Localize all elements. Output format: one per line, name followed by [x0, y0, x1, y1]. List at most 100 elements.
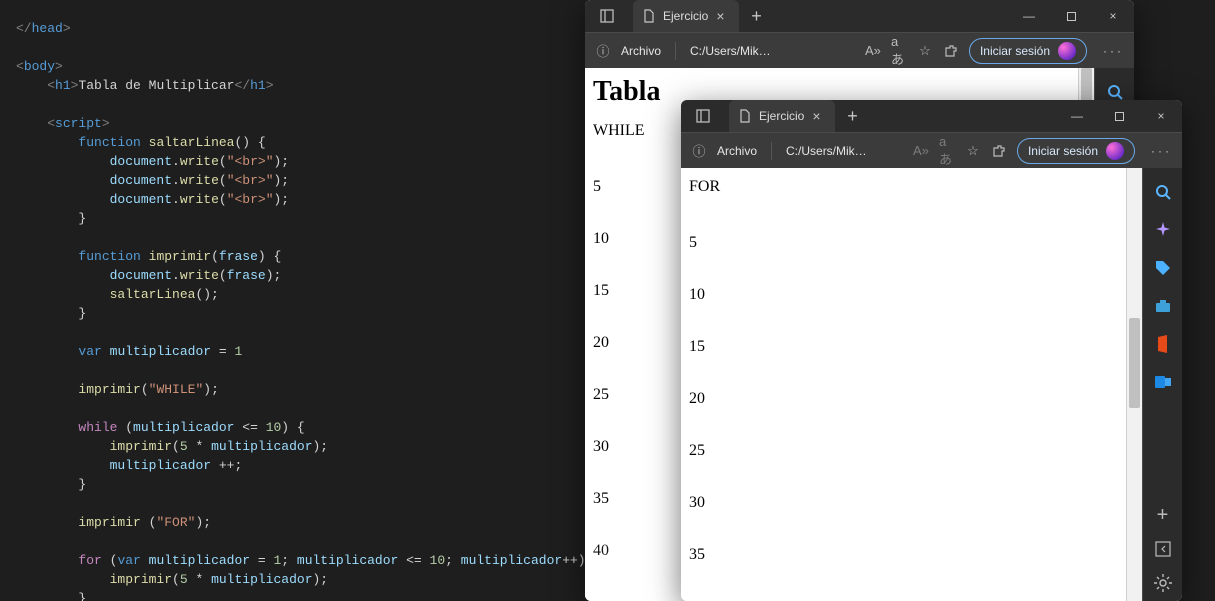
code-token: (: [211, 249, 219, 264]
code-token: [16, 515, 78, 530]
code-token: }: [16, 477, 86, 492]
code-token: () {: [234, 135, 265, 150]
window-close-button[interactable]: ×: [1092, 0, 1134, 32]
code-token: >: [63, 21, 71, 36]
window-minimize-button[interactable]: —: [1056, 100, 1098, 132]
code-token: .: [172, 173, 180, 188]
code-token: [141, 249, 149, 264]
code-token: <: [16, 59, 24, 74]
sparkle-icon[interactable]: [1153, 220, 1173, 240]
more-menu-button[interactable]: ···: [1103, 44, 1124, 58]
code-token: </: [234, 78, 250, 93]
code-token: imprimir: [110, 572, 172, 587]
code-token: imprimir: [110, 439, 172, 454]
favorite-icon[interactable]: ☆: [965, 143, 981, 159]
code-token: write: [180, 154, 219, 169]
favorite-icon[interactable]: ☆: [917, 43, 933, 59]
address-scheme: Archivo: [717, 144, 757, 158]
outlook-icon[interactable]: [1153, 372, 1173, 392]
code-token: write: [180, 268, 219, 283]
code-token: [16, 382, 78, 397]
window-maximize-button[interactable]: [1050, 0, 1092, 32]
code-token: (: [102, 553, 118, 568]
code-token: [16, 154, 110, 169]
tab-close-button[interactable]: ×: [812, 108, 820, 124]
output-line: 15: [689, 338, 1124, 356]
code-token: );: [203, 382, 219, 397]
code-token: }: [16, 591, 86, 601]
scrollbar-thumb[interactable]: [1129, 318, 1140, 408]
code-token: for: [78, 553, 101, 568]
code-token: multiplicador: [461, 553, 562, 568]
search-icon[interactable]: [1153, 182, 1173, 202]
code-token: body: [24, 59, 55, 74]
read-aloud-icon[interactable]: A»: [865, 43, 881, 59]
new-tab-button[interactable]: +: [739, 6, 775, 27]
code-token: document: [110, 192, 172, 207]
extensions-icon[interactable]: [943, 43, 959, 59]
window-maximize-button[interactable]: [1098, 100, 1140, 132]
browser-tab[interactable]: Ejercicio ×: [633, 0, 739, 32]
titlebar[interactable]: Ejercicio × + — ×: [585, 0, 1134, 32]
code-token: );: [274, 173, 290, 188]
code-editor[interactable]: </head> <body> <h1>Tabla de Multiplicar<…: [0, 0, 585, 601]
info-icon[interactable]: ⓘ: [595, 43, 611, 59]
page-viewport: FOR 5 10 15 20 25 30 35: [681, 168, 1142, 601]
code-token: imprimir: [149, 249, 211, 264]
code-token: (: [219, 154, 227, 169]
code-token: imprimir: [78, 515, 140, 530]
code-token: *: [188, 572, 211, 587]
tab-actions-button[interactable]: [681, 100, 725, 132]
code-token: =: [211, 344, 234, 359]
code-token: multiplicador: [297, 553, 398, 568]
search-icon[interactable]: [1105, 82, 1125, 102]
read-aloud-icon[interactable]: A»: [913, 143, 929, 159]
code-token: document: [110, 268, 172, 283]
tag-icon[interactable]: [1153, 258, 1173, 278]
settings-icon[interactable]: [1153, 573, 1173, 593]
divider: [771, 142, 772, 160]
browser-window-front: Ejercicio × + — × ⓘ Archivo C:/Users/Mik…: [681, 100, 1182, 601]
code-token: "<br>": [227, 154, 274, 169]
browser-tab[interactable]: Ejercicio ×: [729, 100, 835, 132]
vertical-scrollbar[interactable]: [1126, 168, 1142, 601]
code-token: );: [274, 192, 290, 207]
address-path[interactable]: C:/Users/Mik…: [690, 44, 771, 58]
add-sidebar-icon[interactable]: +: [1153, 505, 1173, 525]
address-bar: ⓘ Archivo C:/Users/Mik… A» aあ ☆ Iniciar …: [681, 132, 1182, 168]
code-token: [141, 135, 149, 150]
code-token: document: [110, 173, 172, 188]
window-minimize-button[interactable]: —: [1008, 0, 1050, 32]
translate-icon[interactable]: aあ: [891, 43, 907, 59]
new-tab-button[interactable]: +: [835, 106, 871, 127]
office-icon[interactable]: [1153, 334, 1173, 354]
address-bar: ⓘ Archivo C:/Users/Mik… A» aあ ☆ Iniciar …: [585, 32, 1134, 68]
code-token: var: [117, 553, 140, 568]
titlebar[interactable]: Ejercicio × + — ×: [681, 100, 1182, 132]
code-token: "<br>": [227, 173, 274, 188]
sign-in-button[interactable]: Iniciar sesión: [969, 38, 1087, 64]
sign-in-label: Iniciar sesión: [980, 44, 1050, 58]
collapse-sidebar-icon[interactable]: [1153, 539, 1173, 559]
address-path[interactable]: C:/Users/Mik…: [786, 144, 867, 158]
toolbox-icon[interactable]: [1153, 296, 1173, 316]
code-token: var: [78, 344, 101, 359]
code-token: <: [16, 78, 55, 93]
edge-sidebar: +: [1142, 168, 1182, 601]
more-menu-button[interactable]: ···: [1151, 144, 1172, 158]
sign-in-button[interactable]: Iniciar sesión: [1017, 138, 1135, 164]
output-line: 5: [689, 234, 1124, 252]
code-token: );: [195, 515, 211, 530]
tab-close-button[interactable]: ×: [716, 8, 724, 24]
extensions-icon[interactable]: [991, 143, 1007, 159]
info-icon[interactable]: ⓘ: [691, 143, 707, 159]
code-token: (: [219, 268, 227, 283]
avatar-icon: [1058, 42, 1076, 60]
tab-actions-button[interactable]: [585, 0, 629, 32]
code-token: (: [219, 192, 227, 207]
output-line: 30: [689, 494, 1124, 512]
code-token: (: [172, 439, 180, 454]
translate-icon[interactable]: aあ: [939, 143, 955, 159]
window-close-button[interactable]: ×: [1140, 100, 1182, 132]
code-token: [16, 268, 110, 283]
